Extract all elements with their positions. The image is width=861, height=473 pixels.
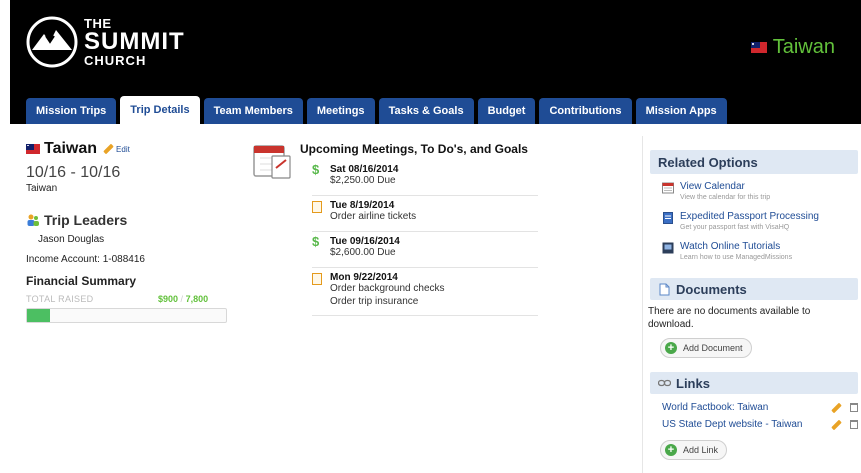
meeting-date: Sat 08/16/2014 xyxy=(330,164,399,175)
tab-budget[interactable]: Budget xyxy=(477,98,536,124)
link-row: World Factbook: Taiwan xyxy=(662,402,858,413)
related-options-title: Related Options xyxy=(658,154,758,170)
meeting-detail: Order airline tickets xyxy=(330,211,417,222)
trip-name: Taiwan xyxy=(44,140,98,157)
document-icon xyxy=(659,283,670,295)
trip-leaders-heading: Trip Leaders xyxy=(26,212,127,228)
documents-header: Documents xyxy=(650,278,858,300)
passport-processing-option[interactable]: Expedited Passport Processing Get your p… xyxy=(662,211,819,231)
meeting-date: Tue 09/16/2014 xyxy=(330,236,400,247)
leader-name: Jason Douglas xyxy=(38,234,105,245)
links-title: Links xyxy=(676,375,710,391)
meeting-detail: Order trip insurance xyxy=(330,295,419,307)
video-icon xyxy=(662,242,674,254)
meeting-detail: $2,250.00 Due xyxy=(330,175,396,186)
tab-mission-trips[interactable]: Mission Trips xyxy=(26,98,117,124)
documents-title: Documents xyxy=(676,281,747,297)
edit-label: Edit xyxy=(116,144,130,154)
meeting-item[interactable]: Tue 8/19/2014 Order airline tickets xyxy=(312,200,538,232)
trash-icon[interactable] xyxy=(850,420,858,429)
link-row: US State Dept website - Taiwan xyxy=(662,419,858,430)
related-options-header: Related Options xyxy=(650,150,858,174)
option-subtitle: View the calendar for this trip xyxy=(680,194,771,201)
option-title: View Calendar xyxy=(680,181,745,192)
edit-pencil-icon[interactable] xyxy=(831,419,842,430)
raised-amount: $900 xyxy=(158,294,179,304)
calendar-icon xyxy=(253,145,291,179)
tab-contributions[interactable]: Contributions xyxy=(539,98,632,124)
tab-tasks-goals[interactable]: Tasks & Goals xyxy=(378,98,474,124)
task-icon xyxy=(312,273,322,285)
pencil-icon xyxy=(103,143,114,155)
add-document-label: Add Document xyxy=(683,343,743,353)
trip-dates: 10/16 - 10/16 xyxy=(26,164,121,181)
edit-pencil-icon[interactable] xyxy=(831,402,842,413)
tab-trip-details[interactable]: Trip Details xyxy=(120,96,200,124)
progress-fill xyxy=(27,309,50,322)
upcoming-meetings-title: Upcoming Meetings, To Do's, and Goals xyxy=(300,142,528,156)
taiwan-flag-icon xyxy=(750,42,767,53)
task-icon xyxy=(312,201,322,213)
tab-team-members[interactable]: Team Members xyxy=(203,98,303,124)
meeting-date: Mon 9/22/2014 xyxy=(330,272,398,283)
raised-amounts: $900 / 7,800 xyxy=(158,294,208,304)
calendar-icon xyxy=(662,182,674,194)
mountain-logo-icon xyxy=(26,16,78,68)
links-header: Links xyxy=(650,372,858,394)
raised-goal: 7,800 xyxy=(185,294,209,304)
link-actions xyxy=(831,419,858,430)
add-document-button[interactable]: + Add Document xyxy=(660,338,752,358)
option-title: Watch Online Tutorials xyxy=(680,241,781,252)
option-title: Expedited Passport Processing xyxy=(680,211,819,222)
plus-icon: + xyxy=(665,444,677,456)
edit-trip-link[interactable]: Edit xyxy=(103,143,130,155)
header-country-name: Taiwan xyxy=(772,36,835,58)
dollar-icon: $ xyxy=(312,234,320,249)
people-icon xyxy=(27,214,39,226)
tab-mission-apps[interactable]: Mission Apps xyxy=(635,98,727,124)
add-link-button[interactable]: + Add Link xyxy=(660,440,728,460)
documents-empty-text: There are no documents available to down… xyxy=(648,306,811,330)
dollar-icon: $ xyxy=(312,162,320,177)
logo-line-2: SUMMIT xyxy=(84,28,185,55)
option-subtitle: Get your passport fast with VisaHQ xyxy=(680,224,790,231)
trip-leaders-title: Trip Leaders xyxy=(44,212,128,228)
link-label[interactable]: World Factbook: Taiwan xyxy=(662,402,768,413)
total-raised-label: TOTAL RAISED xyxy=(26,294,94,304)
plus-icon: + xyxy=(665,342,677,354)
meeting-item[interactable]: $ Tue 09/16/2014 $2,600.00 Due xyxy=(312,234,538,268)
meeting-item[interactable]: $ Sat 08/16/2014 $2,250.00 Due xyxy=(312,162,538,196)
view-calendar-option[interactable]: View Calendar View the calendar for this… xyxy=(662,181,770,201)
raised-separator: / xyxy=(180,294,184,304)
meeting-detail: $2,600.00 Due xyxy=(330,247,396,258)
fundraising-progress-bar xyxy=(26,308,227,323)
church-logo[interactable]: THE SUMMIT CHURCH xyxy=(26,16,185,68)
tab-meetings[interactable]: Meetings xyxy=(306,98,375,124)
trip-title: Taiwan Edit xyxy=(26,140,130,158)
link-actions xyxy=(831,402,858,413)
financial-summary-title: Financial Summary xyxy=(26,274,137,288)
meeting-detail: Order background checks xyxy=(330,283,445,294)
tab-bar: Mission Trips Trip Details Team Members … xyxy=(26,96,731,124)
add-link-label: Add Link xyxy=(683,445,719,455)
document-icon xyxy=(663,212,673,224)
trash-icon[interactable] xyxy=(850,403,858,412)
link-icon xyxy=(658,379,671,387)
income-account: Income Account: 1-088416 xyxy=(26,254,145,265)
meeting-date: Tue 8/19/2014 xyxy=(330,200,395,211)
taiwan-flag-icon xyxy=(26,144,40,154)
meeting-item[interactable]: Mon 9/22/2014 Order background checks Or… xyxy=(312,272,538,316)
header-country: Taiwan xyxy=(750,36,835,59)
link-label[interactable]: US State Dept website - Taiwan xyxy=(662,419,802,430)
logo-wordmark: THE SUMMIT CHURCH xyxy=(84,17,185,67)
logo-line-3: CHURCH xyxy=(84,53,147,68)
option-subtitle: Learn how to use ManagedMissions xyxy=(680,254,793,261)
watch-tutorials-option[interactable]: Watch Online Tutorials Learn how to use … xyxy=(662,241,792,261)
trip-destination: Taiwan xyxy=(26,183,58,194)
